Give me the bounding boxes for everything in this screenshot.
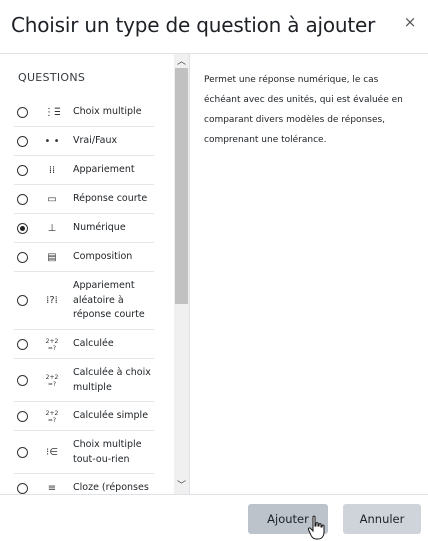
cancel-button[interactable]: Annuler <box>343 504 421 534</box>
hand-cursor-icon <box>307 515 325 540</box>
dialog-footer: Ajouter Annuler <box>0 494 428 541</box>
numerical-icon: ⊥ <box>47 222 57 234</box>
question-type-option[interactable]: 2+2 =? Calculée <box>0 330 174 359</box>
question-type-option[interactable]: • • Vrai/Faux <box>0 127 174 156</box>
radio-button[interactable] <box>17 446 28 458</box>
question-type-option[interactable]: ≡ Cloze (réponses <box>0 474 174 494</box>
section-label: QUESTIONS <box>18 71 86 84</box>
option-label: Cloze (réponses <box>73 482 149 494</box>
question-type-option[interactable]: ▤ Composition <box>0 243 174 272</box>
radio-button[interactable] <box>17 164 28 176</box>
radio-button[interactable] <box>17 295 28 306</box>
scroll-thumb[interactable] <box>175 68 188 304</box>
option-label: Réponse courte <box>73 193 148 205</box>
question-type-option[interactable]: ⁞?⁞ Appariement aléatoire à réponse court… <box>0 272 174 330</box>
radio-button[interactable] <box>17 338 28 350</box>
option-label: Choix multiple <box>73 106 142 118</box>
dialog-title: Choisir un type de question à ajouter <box>11 13 376 37</box>
question-type-description: Permet une réponse numérique, le cas éch… <box>204 75 403 145</box>
radio-button[interactable] <box>17 410 28 422</box>
calculatedmulti-icon: 2+2 =? <box>45 373 59 388</box>
truefalse-icon: • • <box>44 135 60 147</box>
option-label: Appariement <box>73 164 135 176</box>
radio-button[interactable] <box>17 222 28 234</box>
question-type-option[interactable]: ⋮☰ Choix multiple <box>0 98 174 127</box>
dialog-header: Choisir un type de question à ajouter × <box>0 0 428 54</box>
question-type-option[interactable]: ⁝∈ Choix multiple tout-ou-rien <box>0 431 174 474</box>
question-type-option[interactable]: 2+2 =? Calculée à choix multiple <box>0 359 174 402</box>
radio-button[interactable] <box>17 482 28 494</box>
oumultiresponse-icon: ⁝∈ <box>46 446 58 458</box>
question-type-option[interactable]: 2+2 =? Calculée simple <box>0 402 174 431</box>
multichoice-icon: ⋮☰ <box>44 106 60 118</box>
radio-button[interactable] <box>17 135 28 147</box>
list-scrollbar[interactable]: ︿ ﹀ <box>174 54 189 494</box>
question-type-option[interactable]: ⁞⁞ Appariement <box>0 156 174 185</box>
radio-button[interactable] <box>17 106 28 118</box>
radio-button[interactable] <box>17 374 28 386</box>
multianswer-icon: ≡ <box>47 482 57 494</box>
option-label: Vrai/Faux <box>73 135 118 147</box>
question-type-option[interactable]: ▭ Réponse courte <box>0 185 174 214</box>
matching-icon: ⁞⁞ <box>48 164 56 176</box>
shortanswer-icon: ▭ <box>47 193 57 205</box>
radio-button[interactable] <box>17 193 28 205</box>
essay-icon: ▤ <box>47 251 57 263</box>
description-pane: Permet une réponse numérique, le cas éch… <box>190 54 428 494</box>
option-label: Calculée simple <box>73 410 149 422</box>
option-label: Choix multiple tout-ou-rien <box>73 439 142 465</box>
calculated-icon: 2+2 =? <box>45 337 59 352</box>
question-chooser-dialog: Choisir un type de question à ajouter × … <box>0 0 428 541</box>
option-label: Appariement aléatoire à réponse courte <box>73 280 145 321</box>
option-label: Numérique <box>73 222 126 234</box>
calculatedsimple-icon: 2+2 =? <box>45 409 59 424</box>
options-container: QUESTIONS ⋮☰ Choix multiple • • Vrai/Faux ⁞⁞… <box>0 54 174 494</box>
scroll-up-icon[interactable]: ︿ <box>174 56 189 68</box>
radio-button[interactable] <box>17 251 28 263</box>
option-label: Calculée à choix multiple <box>73 367 151 393</box>
question-type-list: QUESTIONS ⋮☰ Choix multiple • • Vrai/Faux ⁞⁞… <box>0 54 190 494</box>
option-label: Calculée <box>73 338 114 350</box>
scroll-down-icon[interactable]: ﹀ <box>174 480 189 492</box>
close-icon[interactable]: × <box>402 14 418 30</box>
question-type-option[interactable]: ⊥ Numérique <box>0 214 174 243</box>
randomsamatch-icon: ⁞?⁞ <box>46 295 58 306</box>
option-label: Composition <box>73 251 133 263</box>
